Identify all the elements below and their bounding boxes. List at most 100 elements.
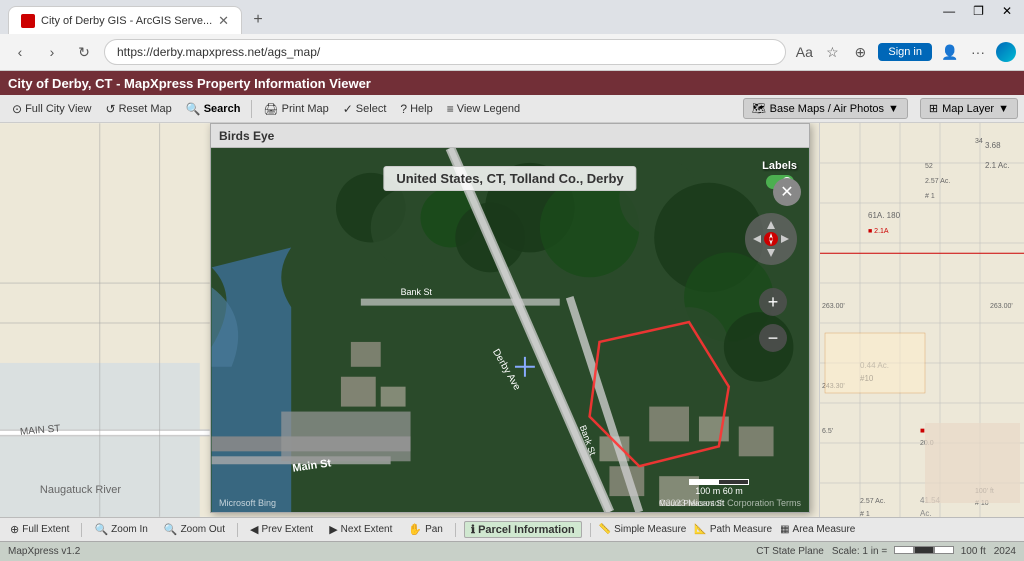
svg-text:Naugatuck River: Naugatuck River (40, 484, 121, 496)
minimize-button[interactable]: — (943, 4, 955, 18)
right-panel: 3.68 2.1 Ac. 263.00' 263.00' 0.44 Ac. #1… (819, 123, 1024, 517)
pan-button[interactable]: ✋ Pan (404, 522, 447, 537)
simple-measure-icon: 📏 (599, 524, 611, 535)
full-city-view-button[interactable]: ⊙ Full City View (6, 100, 98, 118)
svg-text:Bank St: Bank St (401, 287, 433, 297)
forward-button[interactable]: › (40, 40, 64, 64)
base-maps-button[interactable]: 🗺 Base Maps / Air Photos ▼ (743, 98, 908, 119)
dialog-body: Main St (211, 148, 809, 512)
reset-map-button[interactable]: ↺ Reset Map (100, 100, 178, 118)
svg-text:263.00': 263.00' (822, 303, 845, 310)
svg-text:52: 52 (925, 163, 933, 170)
address-bar[interactable] (104, 39, 786, 65)
svg-text:3.68: 3.68 (985, 141, 1001, 150)
close-dialog-button[interactable]: ✕ (773, 178, 801, 206)
status-separator-3 (455, 523, 456, 537)
dialog-header: Birds Eye (211, 124, 809, 148)
zoom-in-button[interactable]: + (759, 288, 787, 316)
more-options-icon[interactable]: ··· (968, 42, 988, 62)
status-separator-4 (590, 523, 591, 537)
prev-extent-button[interactable]: ◀ Prev Extent (246, 522, 317, 537)
svg-text:263.00': 263.00' (990, 303, 1013, 310)
bottom-bar: MapXpress v1.2 CT State Plane Scale: 1 i… (0, 541, 1024, 561)
full-extent-icon: ⊕ (10, 523, 19, 536)
scale-label: 100 m 60 m (695, 486, 743, 496)
pan-icon: ✋ (408, 523, 422, 536)
svg-text:Ac.: Ac. (920, 509, 932, 517)
area-measure-button[interactable]: ▦ Area Measure (780, 524, 855, 535)
tab-close-button[interactable]: ✕ (218, 13, 229, 29)
select-button[interactable]: ✓ Select (337, 100, 393, 118)
new-tab-button[interactable]: + (246, 8, 270, 32)
area-measure-icon: ▦ (780, 524, 789, 535)
status-bar: ⊕ Full Extent 🔍 Zoom In 🔍 Zoom Out ◀ Pre… (0, 517, 1024, 541)
toolbar-separator (251, 100, 252, 118)
back-button[interactable]: ‹ (8, 40, 32, 64)
scale-black-segment (914, 546, 934, 554)
select-icon: ✓ (343, 102, 353, 116)
aerial-photo: Main St (211, 148, 809, 512)
browser-tab[interactable]: City of Derby GIS - ArcGIS Serve... ✕ (8, 6, 242, 34)
svg-text:2.57 Ac.: 2.57 Ac. (860, 498, 885, 505)
zoom-out-button[interactable]: − (759, 324, 787, 352)
zoom-in-icon: 🔍 (94, 523, 108, 536)
zoom-controls[interactable]: + − (759, 288, 787, 352)
scale-white-segment-2 (934, 546, 954, 554)
search-button[interactable]: 🔍 Search (180, 100, 247, 118)
toolbar: ⊙ Full City View ↺ Reset Map 🔍 Search 🖨 … (0, 95, 1024, 123)
birds-eye-dialog: Birds Eye (210, 123, 810, 513)
tab-title: City of Derby GIS - ArcGIS Serve... (41, 15, 212, 27)
next-extent-button[interactable]: ▶ Next Extent (325, 522, 396, 537)
copyright-text: ©2023 Microsoft Corporation Terms (659, 498, 801, 508)
view-legend-button[interactable]: ≡ View Legend (441, 100, 526, 118)
maximize-button[interactable]: ❐ (973, 4, 984, 18)
path-measure-button[interactable]: 📐 Path Measure (694, 524, 772, 535)
scale-white-segment (894, 546, 914, 554)
parcel-info-icon: ℹ (471, 523, 475, 536)
bing-watermark: Microsoft Bing (219, 498, 276, 508)
refresh-button[interactable]: ↻ (72, 40, 96, 64)
read-aloud-icon[interactable]: Aa (794, 42, 814, 62)
scale-line (689, 479, 749, 485)
legend-icon: ≡ (447, 102, 454, 116)
map-layer-button[interactable]: ⊞ Map Layer ▼ (920, 98, 1018, 119)
zoom-out-icon: 🔍 (164, 523, 178, 536)
location-title: United States, CT, Tolland Co., Derby (383, 166, 636, 191)
base-maps-chevron: ▼ (888, 103, 899, 115)
pan-arrows-icon (749, 217, 793, 261)
map-panel[interactable]: MAIN ST Naugatuck River Birds Eye (0, 123, 819, 517)
simple-measure-button[interactable]: 📏 Simple Measure (599, 524, 687, 535)
help-button[interactable]: ? Help (394, 100, 438, 118)
parcel-information-button[interactable]: ℹ Parcel Information (464, 521, 582, 538)
reset-map-icon: ↺ (106, 102, 116, 116)
zoom-in-status-button[interactable]: 🔍 Zoom In (90, 522, 151, 537)
full-extent-button[interactable]: ⊕ Full Extent (6, 522, 73, 537)
version-label: MapXpress v1.2 (8, 546, 80, 557)
print-icon: 🖨 (263, 102, 278, 116)
tab-favicon (21, 14, 35, 28)
scale-bar-aerial: 100 m 60 m (689, 479, 749, 496)
sign-in-button[interactable]: Sign in (878, 43, 932, 61)
svg-text:# 1: # 1 (860, 511, 870, 517)
favorites-icon[interactable]: ☆ (822, 42, 842, 62)
svg-text:6.5': 6.5' (822, 428, 833, 435)
print-map-button[interactable]: 🖨 Print Map (257, 100, 334, 118)
coordinate-info: CT State Plane Scale: 1 in = 100 ft 2024 (756, 546, 1016, 557)
svg-text:■ 2.1A: ■ 2.1A (868, 228, 889, 235)
close-button[interactable]: ✕ (1002, 4, 1012, 18)
svg-text:2.1 Ac.: 2.1 Ac. (985, 161, 1009, 170)
map-layer-icon: ⊞ (929, 102, 938, 115)
status-separator-1 (81, 523, 82, 537)
zoom-out-status-button[interactable]: 🔍 Zoom Out (160, 522, 229, 537)
profile-icon[interactable]: 👤 (940, 42, 960, 62)
prev-extent-icon: ◀ (250, 523, 258, 536)
main-content: MAIN ST Naugatuck River Birds Eye (0, 123, 1024, 517)
coordinate-system-label: CT State Plane (756, 546, 824, 557)
svg-text:61A. 180: 61A. 180 (868, 211, 901, 220)
edge-icon (996, 42, 1016, 62)
svg-text:34: 34 (975, 138, 983, 145)
nav-controls[interactable] (745, 213, 797, 265)
right-road-map: 3.68 2.1 Ac. 263.00' 263.00' 0.44 Ac. #1… (820, 123, 1024, 517)
pan-control[interactable] (745, 213, 797, 265)
favorites-bar-icon[interactable]: ⊕ (850, 42, 870, 62)
